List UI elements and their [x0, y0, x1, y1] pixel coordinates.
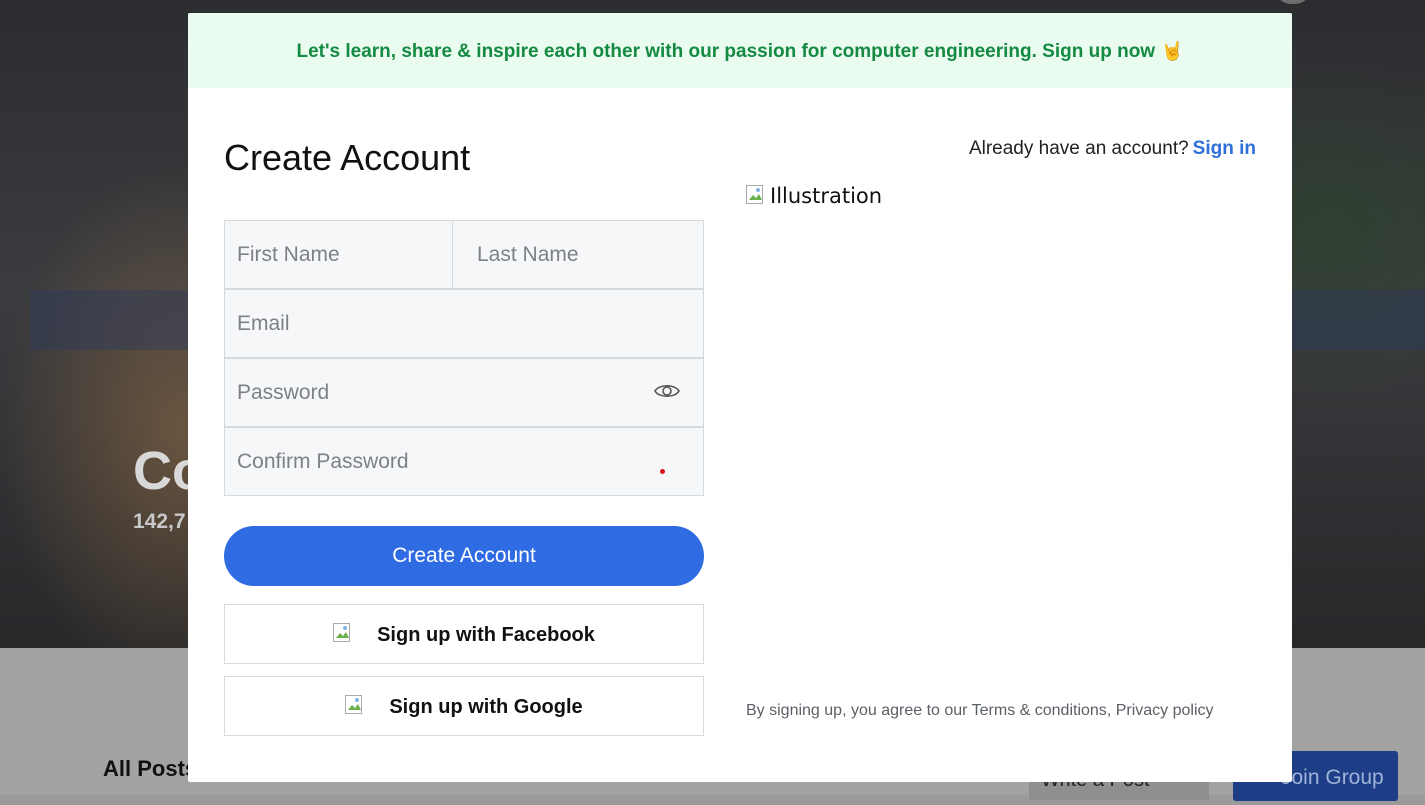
- terms-link[interactable]: Terms & conditions: [972, 702, 1107, 719]
- eye-icon[interactable]: [654, 381, 680, 401]
- illustration-alt-text: Illustration: [770, 184, 883, 208]
- facebook-signup-button[interactable]: Sign up with Facebook: [224, 604, 704, 664]
- email-field[interactable]: Email: [224, 289, 704, 358]
- password-field[interactable]: Password: [224, 358, 704, 427]
- error-dot-icon: [660, 469, 665, 474]
- signup-banner: Let's learn, share & inspire each other …: [188, 13, 1292, 88]
- create-account-button[interactable]: Create Account: [224, 526, 704, 586]
- google-icon: [345, 681, 367, 714]
- privacy-link[interactable]: Privacy policy: [1116, 702, 1214, 719]
- terms-notice: By signing up, you agree to our Terms & …: [746, 702, 1214, 719]
- google-button-label: Sign up with Google: [389, 696, 583, 718]
- member-count: 142,7: [133, 510, 186, 533]
- password-field-wrapper: Password: [224, 358, 704, 427]
- confirm-password-field[interactable]: Confirm Password: [224, 427, 704, 496]
- last-name-field[interactable]: Last Name: [452, 220, 704, 289]
- illustration-image: Illustration: [746, 184, 882, 208]
- google-signup-button[interactable]: Sign up with Google: [224, 676, 704, 736]
- facebook-icon: [333, 609, 355, 642]
- signin-prompt: Already have an account? Sign in: [969, 138, 1256, 160]
- signup-modal: Let's learn, share & inspire each other …: [188, 13, 1292, 782]
- first-name-field[interactable]: First Name: [224, 220, 454, 289]
- signin-link[interactable]: Sign in: [1193, 138, 1256, 159]
- tab-all-posts[interactable]: All Posts: [103, 756, 197, 782]
- terms-prefix: By signing up, you agree to our: [746, 702, 968, 719]
- broken-image-icon: [746, 185, 768, 207]
- modal-title: Create Account: [224, 137, 471, 178]
- rock-on-hand-icon: 🤘: [1161, 41, 1184, 61]
- banner-text: Let's learn, share & inspire each other …: [296, 41, 1156, 62]
- signin-prompt-text: Already have an account?: [968, 138, 1189, 159]
- confirm-password-field-wrapper: Confirm Password: [224, 427, 704, 496]
- facebook-button-label: Sign up with Facebook: [377, 624, 595, 646]
